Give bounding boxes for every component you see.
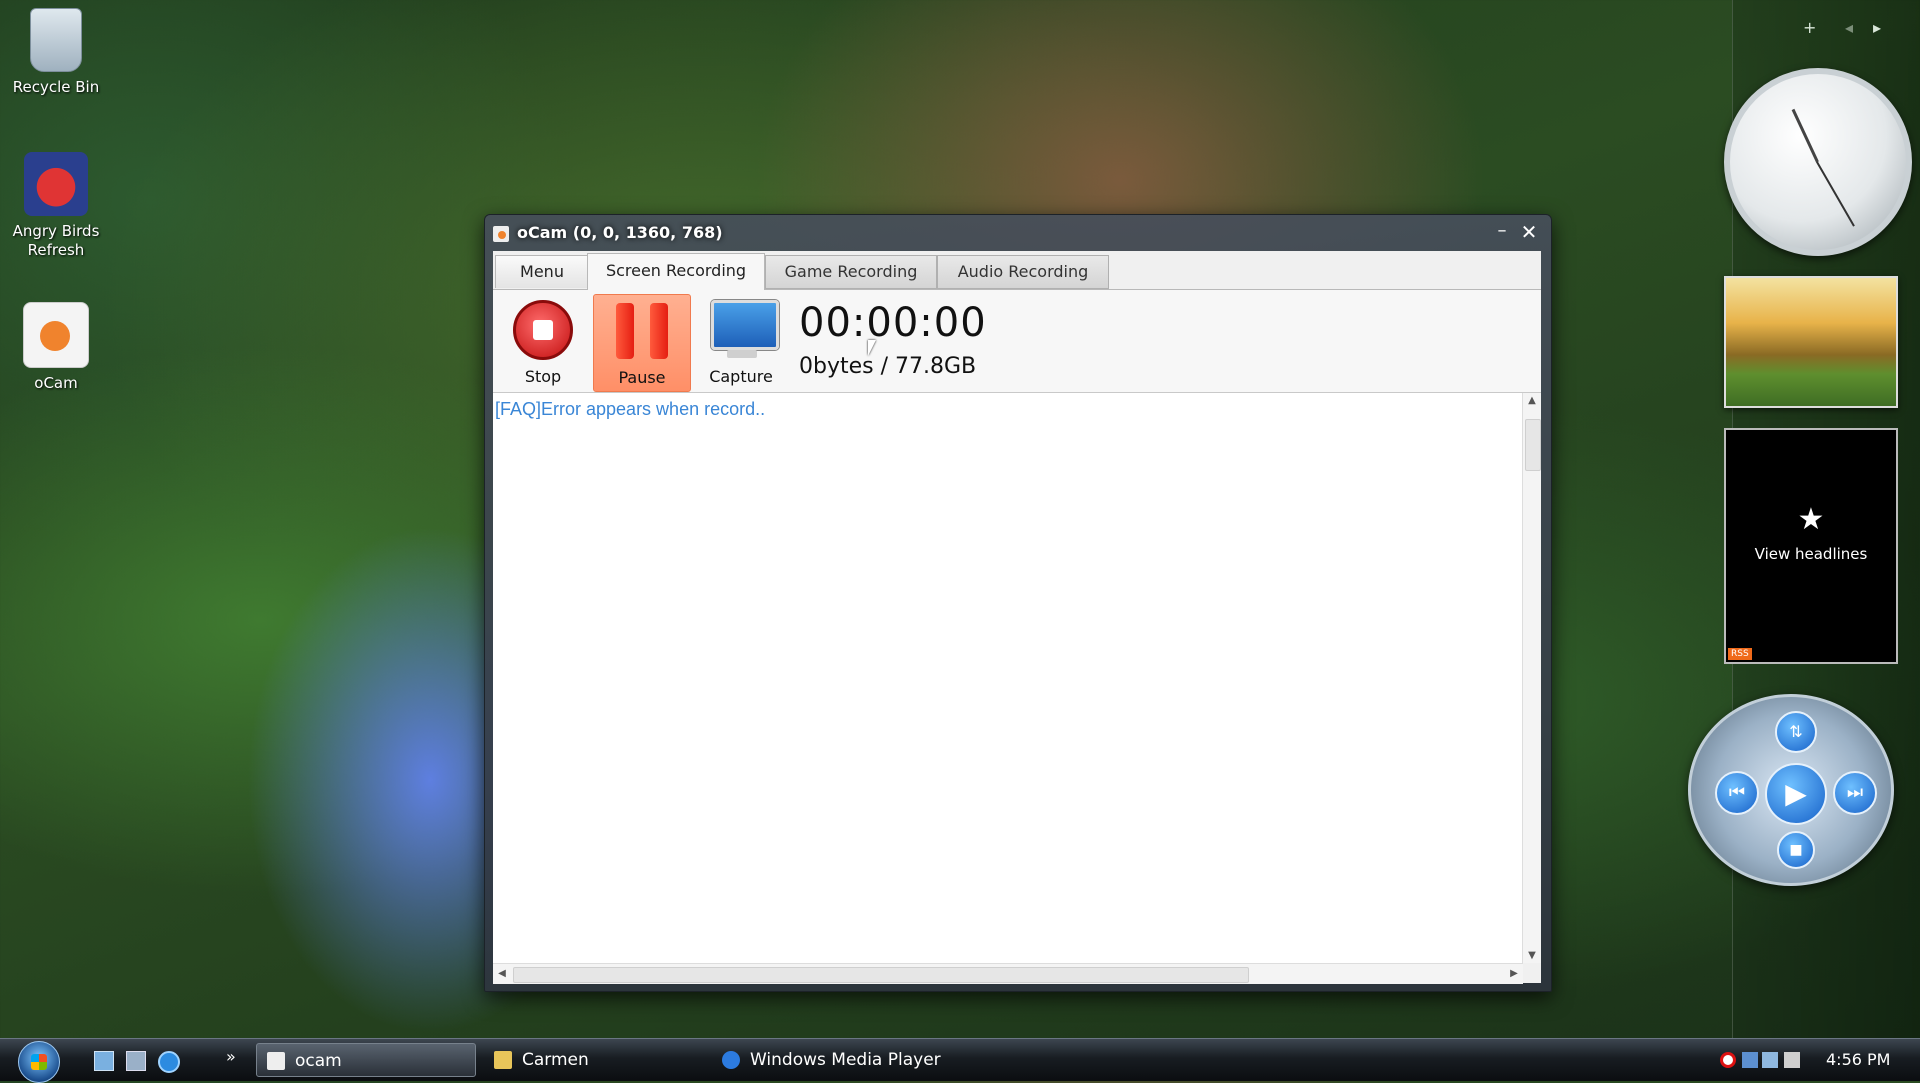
- next-gadget-icon[interactable]: ▸: [1873, 18, 1881, 37]
- close-button[interactable]: ✕: [1517, 221, 1541, 243]
- monitor-stand: [727, 350, 757, 358]
- next-track-icon[interactable]: ⏭: [1833, 771, 1877, 815]
- ocam-icon: [267, 1052, 285, 1070]
- add-gadget-icon[interactable]: +: [1803, 18, 1816, 37]
- desktop-icon-label: oCam: [34, 374, 78, 392]
- title-bar[interactable]: oCam (0, 0, 1360, 768) – ✕: [485, 215, 1551, 251]
- previous-gadget-icon[interactable]: ◂: [1845, 18, 1853, 37]
- recording-size: 0bytes / 77.8GB: [799, 354, 977, 379]
- faq-link[interactable]: [FAQ]Error appears when record..: [495, 399, 765, 420]
- quick-launch-overflow-icon[interactable]: »: [226, 1047, 236, 1066]
- recording-timer: 00:00:00: [799, 300, 987, 346]
- media-player-icon: [722, 1051, 740, 1069]
- recording-toolbar: Stop Pause Capture 00:00:00 0bytes / 77.…: [493, 290, 1541, 393]
- tab-audio-recording[interactable]: Audio Recording: [937, 255, 1109, 289]
- desktop-icon-recycle-bin[interactable]: Recycle Bin: [6, 8, 106, 97]
- pause-button[interactable]: Pause: [593, 294, 691, 392]
- taskbar-item-ocam[interactable]: ocam: [256, 1043, 476, 1077]
- desktop-icon-angry-birds[interactable]: Angry Birds Refresh: [6, 152, 106, 260]
- desktop-icon-label: Recycle Bin: [12, 78, 100, 96]
- ocam-app-icon: [493, 226, 509, 242]
- taskbar-clock[interactable]: 4:56 PM: [1826, 1050, 1890, 1069]
- language-tray-icon[interactable]: [1742, 1052, 1758, 1068]
- vertical-scroll-thumb[interactable]: [1525, 419, 1541, 471]
- show-desktop-icon[interactable]: [94, 1051, 114, 1071]
- play-icon[interactable]: ▶: [1765, 763, 1827, 825]
- tab-menu[interactable]: Menu: [495, 255, 589, 288]
- rss-badge: RSS: [1728, 648, 1752, 660]
- clock-gadget[interactable]: [1724, 68, 1912, 256]
- taskbar-item-windows-media-player[interactable]: Windows Media Player: [712, 1043, 952, 1077]
- view-headlines-label[interactable]: View headlines: [1726, 545, 1896, 563]
- ocam-icon: [23, 302, 89, 368]
- clock-minute-hand: [1816, 161, 1855, 227]
- slideshow-gadget[interactable]: [1724, 276, 1898, 408]
- system-tray: 4:56 PM: [1708, 1039, 1920, 1081]
- start-button[interactable]: [18, 1041, 60, 1083]
- window-title: oCam (0, 0, 1360, 768): [517, 223, 723, 242]
- network-icon[interactable]: [1762, 1052, 1778, 1068]
- capture-label: Capture: [709, 367, 773, 386]
- clock-hour-hand: [1791, 108, 1819, 163]
- monitor-icon: [711, 300, 779, 350]
- horizontal-scrollbar[interactable]: ◀ ▶: [493, 963, 1523, 984]
- switch-windows-icon[interactable]: [126, 1051, 146, 1071]
- stop-button[interactable]: Stop: [495, 294, 591, 390]
- mouse-cursor-icon: [868, 340, 876, 356]
- scroll-left-icon[interactable]: ◀: [493, 964, 511, 984]
- volume-icon[interactable]: [1784, 1052, 1800, 1068]
- angry-birds-icon: [24, 152, 88, 216]
- recording-tray-icon[interactable]: [1720, 1052, 1736, 1068]
- stop-label: Stop: [524, 367, 562, 386]
- scroll-right-icon[interactable]: ▶: [1505, 964, 1523, 984]
- window-client-area: Menu Screen Recording Game Recording Aud…: [493, 251, 1541, 984]
- internet-explorer-icon[interactable]: [158, 1051, 180, 1073]
- minimize-button[interactable]: –: [1491, 221, 1513, 243]
- recycle-bin-icon: [30, 8, 82, 72]
- tab-bar: Menu Screen Recording Game Recording Aud…: [493, 251, 1541, 291]
- scroll-down-icon[interactable]: ▼: [1523, 950, 1541, 961]
- ocam-window: oCam (0, 0, 1360, 768) – ✕ Menu Screen R…: [484, 214, 1552, 992]
- scroll-up-icon[interactable]: ▲: [1523, 395, 1541, 406]
- pause-icon: [650, 303, 668, 359]
- media-player-gadget: ⇅ ⏮ ▶ ⏭ ■: [1688, 694, 1894, 886]
- pause-icon: [616, 303, 634, 359]
- stop-icon[interactable]: ■: [1777, 831, 1815, 869]
- switch-to-player-icon[interactable]: ⇅: [1775, 711, 1817, 753]
- capture-button[interactable]: Capture: [693, 294, 789, 390]
- taskbar-item-label: ocam: [295, 1051, 342, 1071]
- desktop-icon-label: Angry Birds Refresh: [12, 222, 100, 259]
- tab-screen-recording[interactable]: Screen Recording: [587, 253, 765, 291]
- feed-headlines-gadget[interactable]: ★ View headlines RSS: [1724, 428, 1898, 664]
- previous-track-icon[interactable]: ⏮: [1715, 771, 1759, 815]
- taskbar-item-carmen[interactable]: Carmen: [484, 1043, 704, 1077]
- folder-icon: [494, 1051, 512, 1069]
- taskbar-item-label: Carmen: [522, 1050, 589, 1070]
- taskbar: » ocam Carmen Windows Media Player 4:56 …: [0, 1038, 1920, 1083]
- log-area: [FAQ]Error appears when record..: [493, 393, 1523, 963]
- desktop-icon-ocam[interactable]: oCam: [6, 302, 106, 393]
- horizontal-scroll-thumb[interactable]: [513, 967, 1249, 983]
- star-icon: ★: [1797, 502, 1825, 537]
- tab-game-recording[interactable]: Game Recording: [765, 255, 937, 289]
- vertical-scrollbar[interactable]: ▲ ▼: [1522, 393, 1541, 963]
- taskbar-item-label: Windows Media Player: [750, 1050, 941, 1070]
- stop-record-icon: [513, 300, 573, 360]
- pause-label: Pause: [618, 368, 666, 387]
